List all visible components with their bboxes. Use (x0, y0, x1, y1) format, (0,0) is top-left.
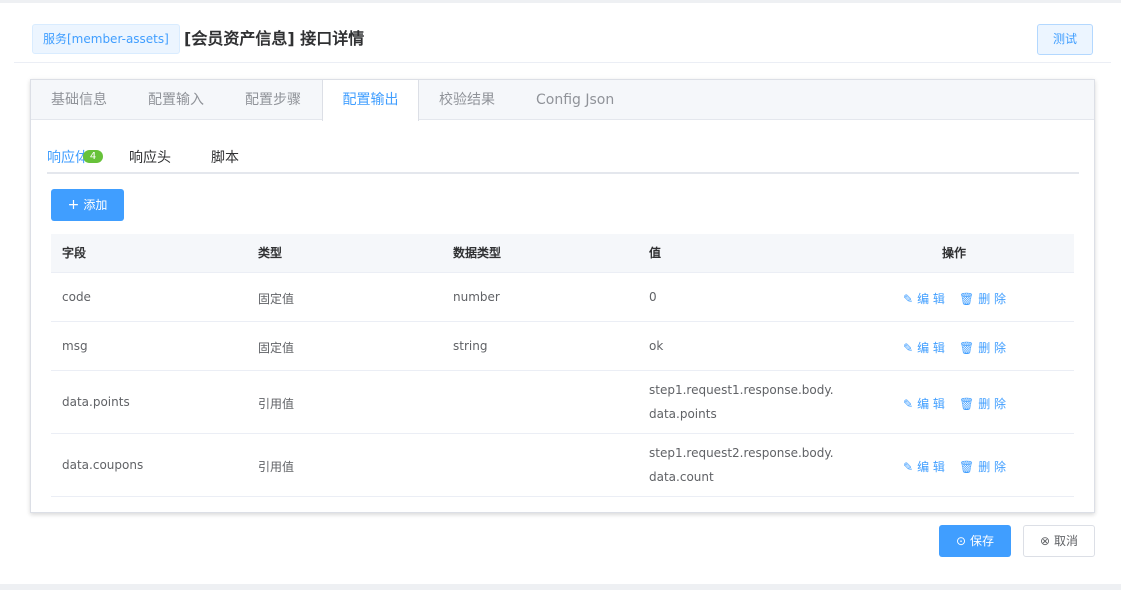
cell-value-line1: step1.request2.response.body. (649, 446, 834, 460)
delete-link[interactable]: 🗑 删 除 (959, 290, 1006, 307)
edit-label: 编 辑 (917, 292, 945, 306)
col-type: 类型 (258, 246, 283, 260)
tab-config-json[interactable]: Config Json (536, 80, 614, 120)
cell-field: data.points (62, 395, 130, 409)
cell-value: ok (649, 339, 664, 353)
trash-icon: 🗑 (959, 460, 975, 474)
trash-icon: 🗑 (959, 341, 975, 355)
cell-type: 固定值 (258, 292, 295, 306)
cell-field: code (62, 290, 91, 304)
cell-value-line2: data.count (649, 470, 714, 484)
edit-link[interactable]: ✎ 编 辑 (903, 290, 945, 307)
delete-label: 删 除 (978, 460, 1007, 474)
col-data-type: 数据类型 (453, 246, 502, 260)
edit-icon: ✎ (903, 460, 914, 474)
cancel-label: 取消 (1054, 534, 1079, 548)
close-circle-icon: ⊗ (1039, 534, 1051, 548)
delete-link[interactable]: 🗑 删 除 (959, 339, 1006, 356)
edit-icon: ✎ (903, 292, 914, 306)
cancel-button[interactable]: ⊗ 取消 (1023, 525, 1095, 557)
trash-icon: 🗑 (959, 292, 975, 306)
subtab-response-header[interactable]: 响应头 (129, 147, 171, 167)
cell-field: data.coupons (62, 458, 144, 472)
delete-link[interactable]: 🗑 删 除 (959, 395, 1006, 412)
cell-data-type: number (453, 290, 500, 304)
col-value: 值 (649, 246, 662, 260)
cell-type: 固定值 (258, 341, 295, 355)
cell-type: 引用值 (258, 397, 295, 411)
tab-config-steps[interactable]: 配置步骤 (245, 80, 301, 120)
table-header: 字段 类型 数据类型 值 操作 (51, 234, 1074, 273)
page-header: 服务[member-assets] [会员资产信息] 接口详情 测试 (14, 3, 1111, 63)
trash-icon: 🗑 (959, 397, 975, 411)
tab-config-output[interactable]: 配置输出 (322, 80, 419, 121)
cell-value-line2: data.points (649, 407, 717, 421)
output-table: 字段 类型 数据类型 值 操作 code 固定值 number 0 ✎ 编 辑 🗑… (51, 234, 1074, 497)
table-row: data.coupons 引用值 step1.request2.response… (51, 434, 1074, 497)
col-actions: 操作 (942, 246, 967, 260)
cell-value: 0 (649, 290, 657, 304)
add-button[interactable]: + 添加 (51, 189, 124, 221)
check-circle-icon: ⊙ (955, 534, 967, 548)
cell-value-line1: step1.request1.response.body. (649, 383, 834, 397)
edit-link[interactable]: ✎ 编 辑 (903, 395, 945, 412)
edit-label: 编 辑 (917, 341, 945, 355)
cell-data-type: string (453, 339, 488, 353)
delete-label: 删 除 (978, 341, 1007, 355)
edit-icon: ✎ (903, 397, 914, 411)
subtab-script[interactable]: 脚本 (211, 147, 239, 167)
add-label: 添加 (83, 198, 108, 212)
col-field: 字段 (62, 246, 87, 260)
delete-link[interactable]: 🗑 删 除 (959, 458, 1006, 475)
delete-label: 删 除 (978, 292, 1007, 306)
tab-basic-info[interactable]: 基础信息 (51, 80, 107, 120)
edit-icon: ✎ (903, 341, 914, 355)
bottom-strip (0, 584, 1121, 590)
page-title: [会员资产信息] 接口详情 (184, 29, 365, 48)
save-button[interactable]: ⊙ 保存 (939, 525, 1011, 557)
table-row: msg 固定值 string ok ✎ 编 辑 🗑 删 除 (51, 322, 1074, 371)
table-row: code 固定值 number 0 ✎ 编 辑 🗑 删 除 (51, 273, 1074, 322)
subtab-response-body[interactable]: 响应体 4 (47, 147, 103, 167)
tabs-bar: 基础信息 配置输入 配置步骤 配置输出 校验结果 Config Json (31, 80, 1094, 121)
edit-label: 编 辑 (917, 460, 945, 474)
edit-link[interactable]: ✎ 编 辑 (903, 458, 945, 475)
cell-field: msg (62, 339, 88, 353)
save-label: 保存 (970, 534, 995, 548)
edit-link[interactable]: ✎ 编 辑 (903, 339, 945, 356)
tab-config-input[interactable]: 配置输入 (148, 80, 204, 120)
cell-type: 引用值 (258, 460, 295, 474)
plus-icon: + (67, 197, 80, 213)
count-badge: 4 (83, 150, 103, 163)
service-tag: 服务[member-assets] (32, 24, 180, 54)
config-card: 基础信息 配置输入 配置步骤 配置输出 校验结果 Config Json 响应体… (30, 79, 1095, 513)
test-button[interactable]: 测试 (1037, 24, 1093, 55)
subtabs: 响应体 4 响应头 脚本 (47, 132, 1079, 174)
tab-validation-result[interactable]: 校验结果 (439, 80, 495, 120)
table-row: data.points 引用值 step1.request1.response.… (51, 371, 1074, 434)
edit-label: 编 辑 (917, 397, 945, 411)
delete-label: 删 除 (978, 397, 1007, 411)
